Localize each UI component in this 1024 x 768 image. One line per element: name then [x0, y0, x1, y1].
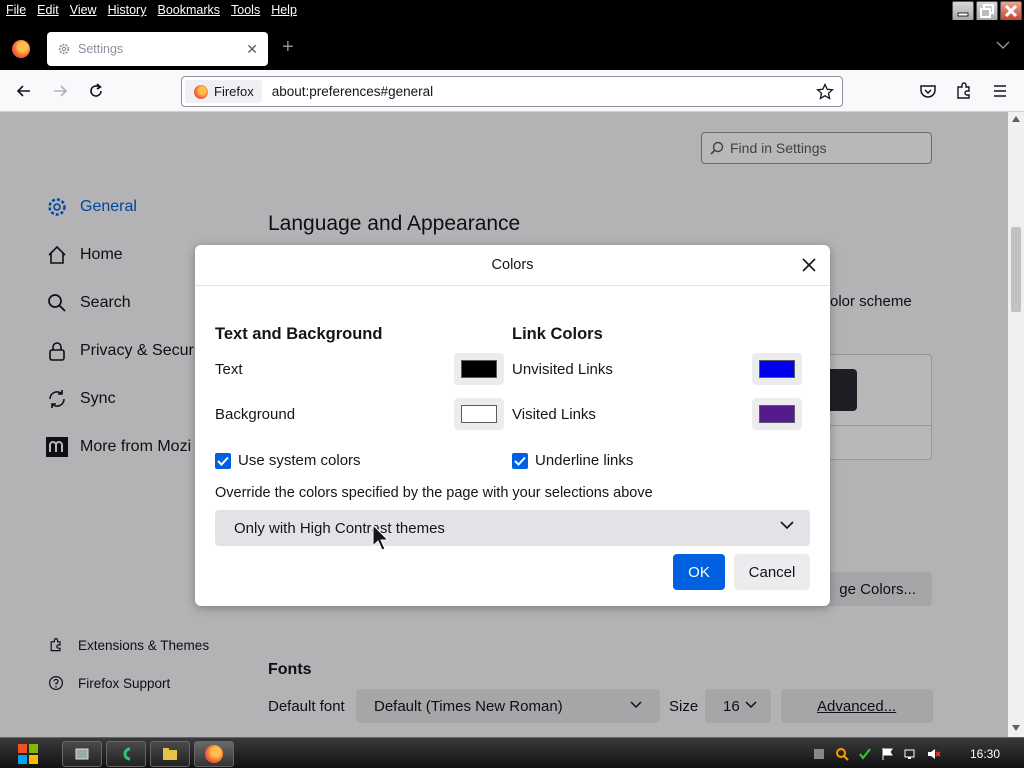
text-color-label: Text: [215, 361, 243, 378]
underline-links-checkbox[interactable]: Underline links: [512, 452, 633, 469]
firefox-icon: [194, 84, 208, 99]
tray-app-icon[interactable]: [812, 747, 826, 761]
firefox-icon: [205, 745, 223, 763]
taskbar-app-2[interactable]: [106, 741, 146, 767]
window-controls: [952, 1, 1022, 21]
back-arrow-icon[interactable]: [14, 81, 34, 101]
minimize-button[interactable]: [952, 1, 974, 21]
underline-links-label: Underline links: [535, 452, 634, 469]
text-color-picker[interactable]: [454, 353, 504, 385]
taskbar-firefox[interactable]: [194, 741, 234, 767]
identity-label: Firefox: [214, 84, 254, 99]
mouse-cursor-icon: [372, 524, 390, 551]
text-color-swatch: [461, 360, 497, 378]
url-bar[interactable]: Firefox about:preferences#general: [181, 76, 843, 107]
colors-dialog: Colors Text and Background Link Colors T…: [195, 245, 830, 606]
forward-arrow-icon[interactable]: [50, 81, 70, 101]
app-icon: [75, 748, 89, 760]
network-icon[interactable]: [904, 747, 918, 761]
background-color-swatch: [461, 405, 497, 423]
menu-help[interactable]: Help: [271, 3, 297, 17]
visited-links-swatch: [759, 405, 795, 423]
chevron-down-icon[interactable]: [996, 40, 1010, 50]
pocket-icon[interactable]: [918, 81, 938, 101]
taskbar-explorer[interactable]: [150, 741, 190, 767]
menu-view[interactable]: View: [70, 3, 97, 17]
extensions-puzzle-icon[interactable]: [954, 81, 974, 101]
tray-search-icon[interactable]: [835, 747, 849, 761]
checkmark-icon: [217, 456, 229, 466]
url-text[interactable]: about:preferences#general: [272, 84, 433, 99]
use-system-colors-checkbox[interactable]: Use system colors: [215, 452, 361, 469]
scroll-down-arrow-icon[interactable]: [1012, 725, 1020, 731]
folder-icon: [163, 748, 177, 760]
text-background-heading: Text and Background: [215, 325, 383, 343]
hamburger-menu-icon[interactable]: [990, 81, 1010, 101]
minimize-icon: [957, 12, 969, 17]
gear-icon: [58, 43, 70, 55]
scroll-up-arrow-icon[interactable]: [1012, 116, 1020, 122]
checkbox-checked[interactable]: [215, 452, 231, 469]
use-system-colors-label: Use system colors: [238, 452, 361, 469]
menu-file[interactable]: File: [6, 3, 26, 17]
close-icon: [1004, 4, 1018, 18]
menu-bar: File Edit View History Bookmarks Tools H…: [0, 0, 1024, 21]
restore-button[interactable]: [976, 1, 998, 21]
system-tray: 16:30: [812, 738, 1024, 768]
app-icon: [123, 747, 131, 761]
unvisited-links-color-picker[interactable]: [752, 353, 802, 385]
override-colors-select[interactable]: Only with High Contrast themes: [215, 510, 810, 546]
menu-bookmarks[interactable]: Bookmarks: [157, 3, 220, 17]
tab-settings[interactable]: Settings ✕: [47, 32, 268, 66]
volume-muted-icon[interactable]: [927, 747, 941, 761]
background-color-label: Background: [215, 406, 296, 423]
new-tab-button[interactable]: +: [282, 36, 294, 59]
menu-tools[interactable]: Tools: [231, 3, 260, 17]
taskbar: 16:30: [0, 737, 1024, 768]
windows-start-icon[interactable]: [8, 739, 48, 768]
firefox-logo-icon[interactable]: [12, 40, 30, 58]
override-colors-value: Only with High Contrast themes: [234, 519, 445, 537]
identity-box[interactable]: Firefox: [185, 80, 262, 103]
chevron-down-icon: [780, 521, 794, 530]
background-color-picker[interactable]: [454, 398, 504, 430]
override-colors-label: Override the colors specified by the pag…: [215, 485, 653, 501]
ok-button[interactable]: OK: [673, 554, 725, 590]
unvisited-links-swatch: [759, 360, 795, 378]
visited-links-label: Visited Links: [512, 406, 596, 423]
link-colors-heading: Link Colors: [512, 325, 603, 343]
close-icon[interactable]: [800, 256, 818, 274]
tab-close-button[interactable]: ✕: [246, 41, 258, 58]
visited-links-color-picker[interactable]: [752, 398, 802, 430]
tab-title: Settings: [78, 42, 124, 56]
checkmark-icon: [514, 456, 526, 466]
restore-icon: [980, 4, 994, 18]
bookmark-star-icon[interactable]: [816, 83, 834, 101]
menu-edit[interactable]: Edit: [37, 3, 59, 17]
taskbar-app-1[interactable]: [62, 741, 102, 767]
tray-security-icon[interactable]: [858, 747, 872, 761]
checkbox-checked[interactable]: [512, 452, 528, 469]
dialog-titlebar: Colors: [195, 245, 830, 286]
page-scrollbar[interactable]: [1008, 112, 1024, 737]
cancel-button[interactable]: Cancel: [734, 554, 810, 590]
taskbar-clock[interactable]: 16:30: [970, 747, 1000, 761]
close-window-button[interactable]: [1000, 1, 1022, 21]
unvisited-links-label: Unvisited Links: [512, 361, 613, 378]
navigation-bar: Firefox about:preferences#general: [0, 70, 1024, 112]
reload-icon[interactable]: [86, 81, 106, 101]
menu-history[interactable]: History: [108, 3, 147, 17]
menu-items: File Edit View History Bookmarks Tools H…: [6, 3, 297, 17]
dialog-title: Colors: [491, 257, 534, 273]
action-center-flag-icon[interactable]: [881, 747, 895, 761]
scrollbar-thumb[interactable]: [1011, 227, 1021, 312]
